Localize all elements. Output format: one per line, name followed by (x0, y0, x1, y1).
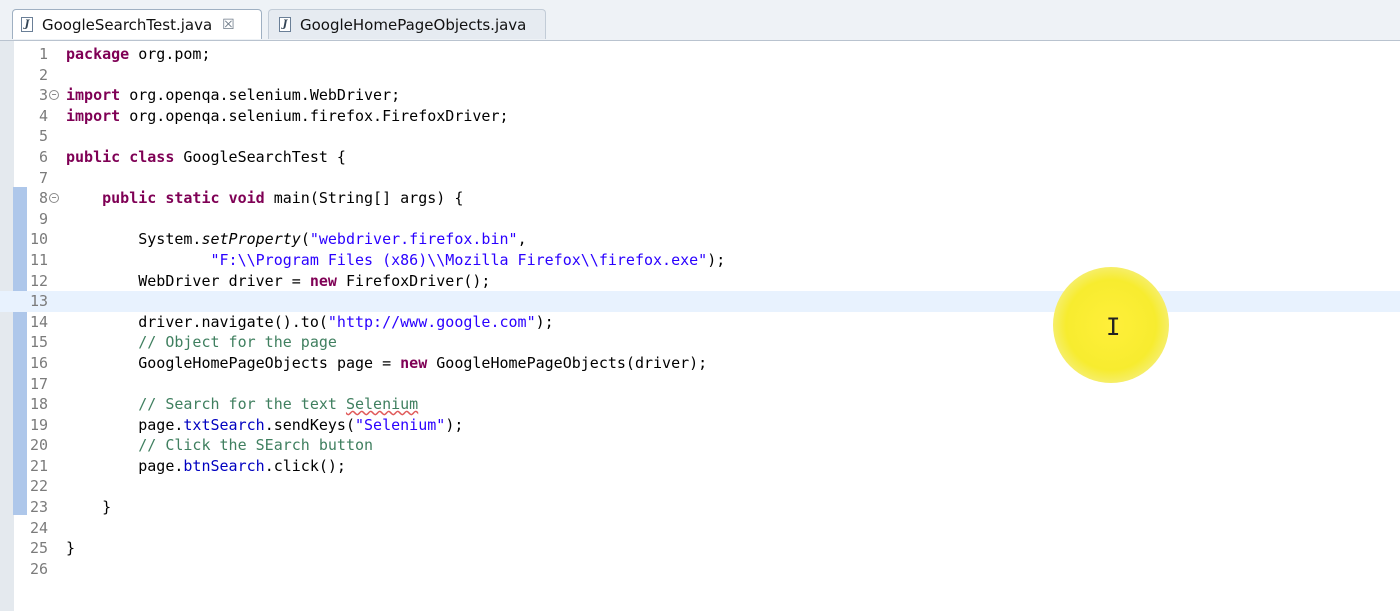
line-number: 24 (29, 518, 48, 537)
line-number: 13 (29, 292, 48, 311)
fold-toggle-icon[interactable]: − (49, 90, 59, 101)
code-line[interactable]: 26 (0, 559, 1400, 580)
code-line[interactable]: 12 WebDriver driver = new FirefoxDriver(… (0, 271, 1400, 292)
line-number: 19 (29, 415, 48, 434)
code-line[interactable]: 9 (0, 209, 1400, 230)
line-number: 3 (38, 86, 48, 105)
line-number: 4 (38, 106, 48, 125)
line-number: 16 (29, 353, 48, 372)
code-line[interactable]: 7 (0, 168, 1400, 189)
line-number: 12 (29, 271, 48, 290)
fold-toggle-icon[interactable]: − (49, 193, 59, 204)
line-number: 5 (38, 127, 48, 146)
line-number: 1 (38, 45, 48, 63)
java-file-icon: J (279, 17, 291, 32)
line-number: 15 (29, 333, 48, 352)
line-number: 10 (29, 230, 48, 249)
code-line[interactable]: 1 package org.pom; (0, 44, 1400, 65)
line-number: 17 (29, 374, 48, 393)
editor-tab-bar: J GoogleSearchTest.java ☒ J GoogleHomePa… (0, 0, 1400, 41)
line-number: 22 (29, 477, 48, 496)
code-line[interactable]: 21 page.btnSearch.click(); (0, 456, 1400, 477)
code-line[interactable]: 18 // Search for the text Selenium (0, 394, 1400, 415)
code-line[interactable]: 25 } (0, 538, 1400, 559)
line-number: 23 (29, 498, 48, 517)
code-line-current[interactable]: 13 (0, 291, 1400, 312)
line-number: 14 (29, 312, 48, 331)
line-number: 11 (29, 250, 48, 269)
tab-googlehomepageobjects[interactable]: J GoogleHomePageObjects.java (268, 9, 546, 39)
line-number: 20 (29, 436, 48, 455)
line-number: 2 (38, 65, 48, 84)
java-file-icon: J (21, 17, 33, 32)
code-line[interactable]: 2 (0, 65, 1400, 86)
code-line[interactable]: 11 "F:\\Program Files (x86)\\Mozilla Fir… (0, 250, 1400, 271)
code-line[interactable]: 23 } (0, 497, 1400, 518)
code-line[interactable]: 10 System.setProperty("webdriver.firefox… (0, 229, 1400, 250)
code-line[interactable]: 22 (0, 476, 1400, 497)
code-line[interactable]: 5 (0, 126, 1400, 147)
code-line[interactable]: 24 (0, 518, 1400, 539)
code-line[interactable]: 15 // Object for the page (0, 332, 1400, 353)
line-number: 18 (29, 395, 48, 414)
code-line[interactable]: 14 driver.navigate().to("http://www.goog… (0, 312, 1400, 333)
code-editor[interactable]: 1 package org.pom; 2 3 − import org.open… (0, 41, 1400, 611)
tab-googlesearchtest[interactable]: J GoogleSearchTest.java ☒ (12, 9, 262, 39)
line-number: 6 (38, 147, 48, 166)
line-number: 9 (38, 209, 48, 228)
line-number: 8 (38, 189, 48, 208)
ibeam-cursor-icon: I (1106, 313, 1121, 341)
code-line[interactable]: 20 // Click the SEarch button (0, 435, 1400, 456)
close-tab-icon[interactable]: ☒ (222, 17, 235, 33)
line-number: 7 (38, 168, 48, 187)
tab-label: GoogleHomePageObjects.java (300, 15, 527, 34)
line-number: 25 (29, 539, 48, 558)
line-number: 21 (29, 456, 48, 475)
code-line[interactable]: 8 − public static void main(String[] arg… (0, 188, 1400, 209)
tab-label: GoogleSearchTest.java (42, 15, 213, 34)
code-line[interactable]: 4 import org.openqa.selenium.firefox.Fir… (0, 106, 1400, 127)
code-line[interactable]: 19 page.txtSearch.sendKeys("Selenium"); (0, 415, 1400, 436)
code-line[interactable]: 3 − import org.openqa.selenium.WebDriver… (0, 85, 1400, 106)
code-line[interactable]: 16 GoogleHomePageObjects page = new Goog… (0, 353, 1400, 374)
code-line[interactable]: 6 public class GoogleSearchTest { (0, 147, 1400, 168)
code-lines: 1 package org.pom; 2 3 − import org.open… (0, 44, 1400, 579)
code-line[interactable]: 17 (0, 374, 1400, 395)
line-number: 26 (29, 559, 48, 578)
